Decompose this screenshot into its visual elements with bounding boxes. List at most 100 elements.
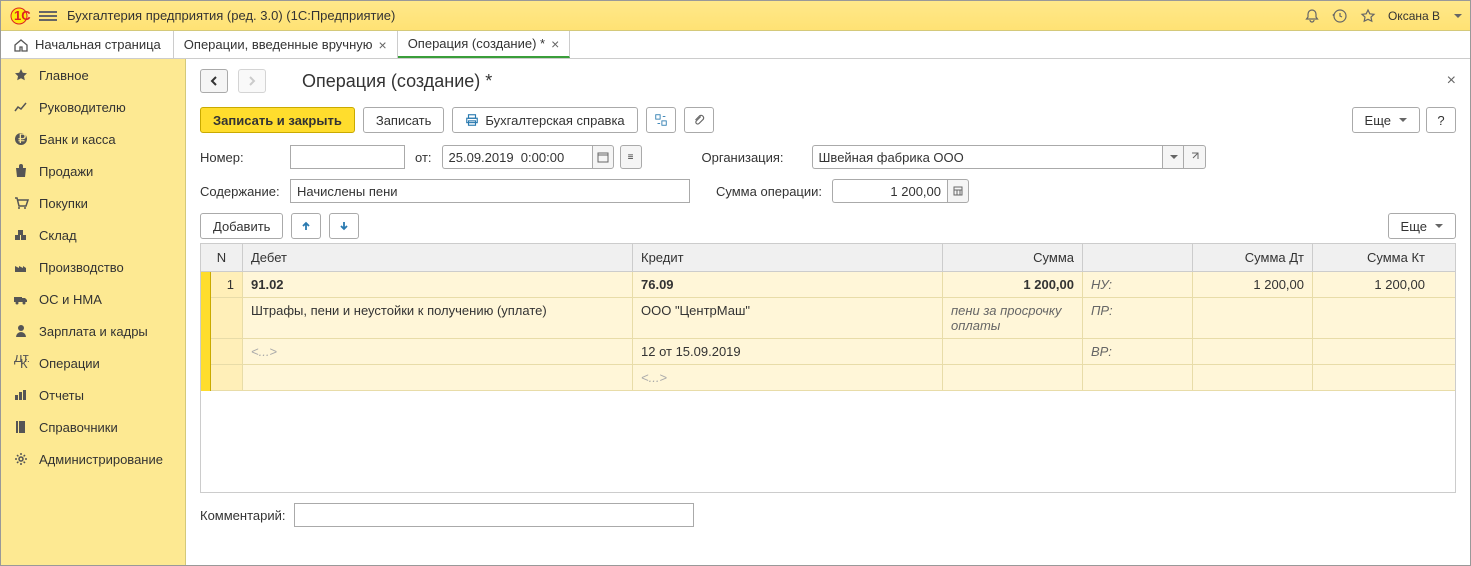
sidebar-item-bank[interactable]: ₽Банк и касса [1,123,185,155]
attach-button[interactable] [684,107,714,133]
sidebar-item-admin[interactable]: Администрирование [1,443,185,475]
forward-button[interactable] [238,69,266,93]
calendar-button[interactable] [592,145,614,169]
cell-comment[interactable]: пени за просрочку оплаты [943,298,1083,338]
bell-icon[interactable] [1304,8,1320,24]
col-sdt[interactable]: Сумма Дт [1193,244,1313,271]
calc-button[interactable] [947,179,969,203]
cell-placeholder[interactable]: <...> [243,339,633,364]
sidebar-item-sales[interactable]: Продажи [1,155,185,187]
move-down-button[interactable] [329,213,359,239]
table-row[interactable]: Штрафы, пени и неустойки к получению (уп… [211,298,1455,339]
arrow-up-icon [300,220,312,232]
move-up-button[interactable] [291,213,321,239]
sidebar-item-label: Операции [39,356,100,371]
home-tab[interactable]: Начальная страница [1,31,174,58]
cart-icon [13,195,29,211]
comment-input[interactable] [294,503,694,527]
settings-button[interactable] [646,107,676,133]
grid-more-button[interactable]: Еще [1388,213,1456,239]
org-dropdown-button[interactable] [1162,145,1184,169]
close-icon[interactable]: × [551,36,559,52]
table-row[interactable]: <...> 12 от 15.09.2019 ВР: [211,339,1455,365]
sidebar-item-assets[interactable]: ОС и НМА [1,283,185,315]
user-dropdown-caret-icon[interactable] [1454,14,1462,18]
from-label: от: [415,150,432,165]
cell-empty [1193,339,1313,364]
swap-icon [654,113,668,127]
save-close-button[interactable]: Записать и закрыть [200,107,355,133]
table-row[interactable]: 1 91.02 76.09 1 200,00 НУ: 1 200,00 1 20… [211,272,1455,298]
sum-input[interactable] [832,179,947,203]
col-skt[interactable]: Сумма Кт [1313,244,1433,271]
sidebar-item-main[interactable]: Главное [1,59,185,91]
tab-operations-list[interactable]: Операции, введенные вручную × [174,31,398,58]
col-sum[interactable]: Сумма [943,244,1083,271]
paperclip-icon [692,113,706,127]
close-page-button[interactable]: × [1447,72,1456,90]
grid-body: 1 91.02 76.09 1 200,00 НУ: 1 200,00 1 20… [201,272,1455,492]
help-button[interactable]: ? [1426,107,1456,133]
page-title: Операция (создание) * [302,71,492,92]
content-area: Операция (создание) * × Записать и закры… [186,59,1470,565]
cell-skt[interactable]: 1 200,00 [1313,272,1433,297]
sidebar-item-label: Администрирование [39,452,163,467]
sidebar-item-label: Склад [39,228,77,243]
bar-chart-icon [13,387,29,403]
cell-credit-text[interactable]: ООО "ЦентрМаш" [633,298,943,338]
sidebar-item-manager[interactable]: Руководителю [1,91,185,123]
titlebar: 1C Бухгалтерия предприятия (ред. 3.0) (1… [1,1,1470,31]
cell-sum[interactable]: 1 200,00 [943,272,1083,297]
user-name[interactable]: Оксана В [1388,9,1440,23]
org-input[interactable] [812,145,1162,169]
open-icon [1189,152,1199,162]
report-label: Бухгалтерская справка [485,113,624,128]
sidebar-item-label: ОС и НМА [39,292,102,307]
sidebar-item-production[interactable]: Производство [1,251,185,283]
number-input[interactable] [290,145,405,169]
svg-text:₽: ₽ [18,131,26,146]
org-open-button[interactable] [1184,145,1206,169]
org-label: Организация: [702,150,802,165]
table-row[interactable]: <...> [211,365,1455,391]
hamburger-icon[interactable] [39,9,57,23]
col-credit[interactable]: Кредит [633,244,943,271]
sidebar-item-label: Руководителю [39,100,126,115]
cell-debit[interactable]: 91.02 [243,272,633,297]
cell-sdt[interactable]: 1 200,00 [1193,272,1313,297]
close-icon[interactable]: × [379,37,387,53]
sidebar-item-operations[interactable]: ДтКтОперации [1,347,185,379]
col-n[interactable]: N [201,244,243,271]
sidebar-item-label: Справочники [39,420,118,435]
cell-empty [1193,298,1313,338]
sidebar-item-hr[interactable]: Зарплата и кадры [1,315,185,347]
tab-operation-create[interactable]: Операция (создание) * × [398,31,571,58]
row-selector[interactable] [201,272,211,391]
sidebar-item-purchases[interactable]: Покупки [1,187,185,219]
book-icon [13,419,29,435]
add-button[interactable]: Добавить [200,213,283,239]
back-button[interactable] [200,69,228,93]
cell-credit[interactable]: 76.09 [633,272,943,297]
cell-debit-text[interactable]: Штрафы, пени и неустойки к получению (уп… [243,298,633,338]
cell-empty [1313,365,1433,390]
logo-1c-icon: 1C [9,6,33,26]
date-menu-button[interactable]: ≡ [620,145,642,169]
col-nu[interactable] [1083,244,1193,271]
sidebar-item-reports[interactable]: Отчеты [1,379,185,411]
report-button[interactable]: Бухгалтерская справка [452,107,637,133]
col-debit[interactable]: Дебет [243,244,633,271]
ruble-icon: ₽ [13,131,29,147]
sidebar-item-catalogs[interactable]: Справочники [1,411,185,443]
cell-placeholder[interactable]: <...> [633,365,943,390]
content-input[interactable] [290,179,690,203]
grid-header: N Дебет Кредит Сумма Сумма Дт Сумма Кт [201,244,1455,272]
history-icon[interactable] [1332,8,1348,24]
date-input[interactable] [442,145,592,169]
save-button[interactable]: Записать [363,107,445,133]
sidebar-item-warehouse[interactable]: Склад [1,219,185,251]
more-button[interactable]: Еще [1352,107,1420,133]
star-icon[interactable] [1360,8,1376,24]
cell-credit-doc[interactable]: 12 от 15.09.2019 [633,339,943,364]
sidebar-item-label: Покупки [39,196,88,211]
